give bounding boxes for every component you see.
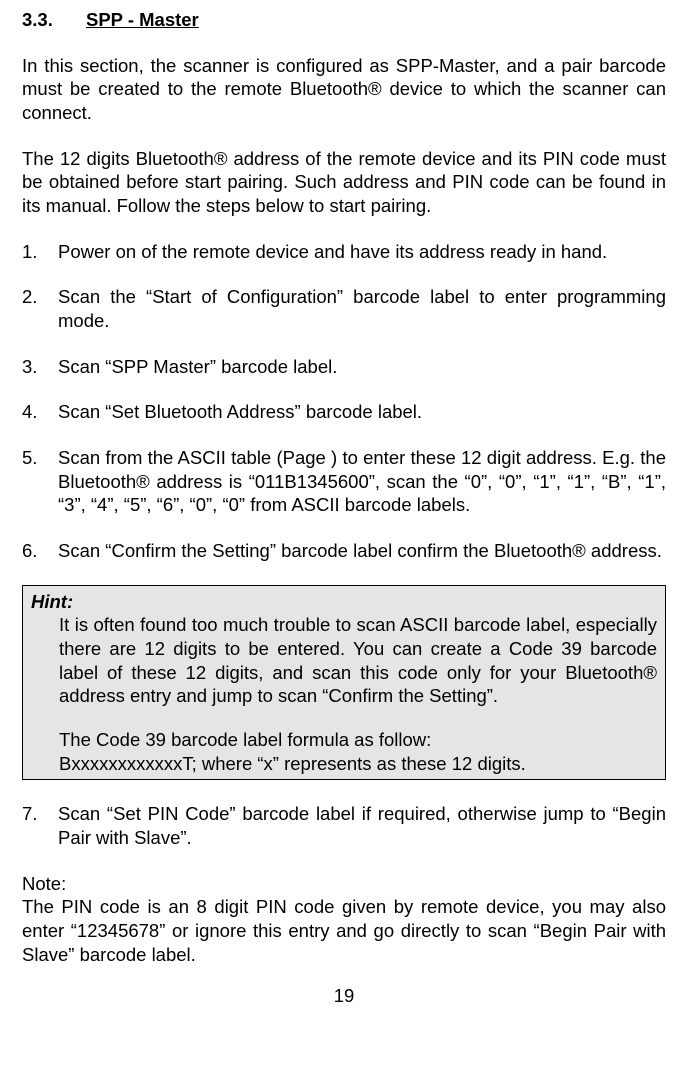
list-item: 5. Scan from the ASCII table (Page ) to … — [22, 446, 666, 517]
list-item: 6. Scan “Confirm the Setting” barcode la… — [22, 539, 666, 563]
hint-body-1: It is often found too much trouble to sc… — [31, 613, 657, 708]
step-number: 5. — [22, 446, 58, 517]
hint-formula-intro: The Code 39 barcode label formula as fol… — [59, 728, 657, 752]
step-number: 2. — [22, 285, 58, 332]
list-item: 1. Power on of the remote device and hav… — [22, 240, 666, 264]
page-content: 3.3. SPP - Master In this section, the s… — [0, 0, 688, 1008]
step-number: 7. — [22, 802, 58, 849]
section-title: SPP - Master — [86, 9, 199, 30]
step-number: 3. — [22, 355, 58, 379]
step-text: Scan “SPP Master” barcode label. — [58, 355, 666, 379]
list-item: 4. Scan “Set Bluetooth Address” barcode … — [22, 400, 666, 424]
list-item: 2. Scan the “Start of Configuration” bar… — [22, 285, 666, 332]
section-heading: 3.3. SPP - Master — [22, 8, 666, 32]
intro-paragraph-1: In this section, the scanner is configur… — [22, 54, 666, 125]
list-item: 7. Scan “Set PIN Code” barcode label if … — [22, 802, 666, 849]
step-text: Scan “Set Bluetooth Address” barcode lab… — [58, 400, 666, 424]
section-number: 3.3. — [22, 9, 53, 30]
hint-title: Hint: — [31, 590, 657, 614]
step-text: Scan the “Start of Configuration” barcod… — [58, 285, 666, 332]
hint-body-2: The Code 39 barcode label formula as fol… — [31, 728, 657, 775]
hint-formula: BxxxxxxxxxxxxT; where “x” represents as … — [59, 752, 657, 776]
hint-box: Hint: It is often found too much trouble… — [22, 585, 666, 781]
step-number: 6. — [22, 539, 58, 563]
step-text: Scan “Confirm the Setting” barcode label… — [58, 539, 666, 563]
note-text: The PIN code is an 8 digit PIN code give… — [22, 895, 666, 966]
page-number: 19 — [22, 984, 666, 1008]
step-number: 1. — [22, 240, 58, 264]
list-item: 3. Scan “SPP Master” barcode label. — [22, 355, 666, 379]
step-text: Power on of the remote device and have i… — [58, 240, 666, 264]
note-label: Note: — [22, 872, 666, 896]
intro-paragraph-2: The 12 digits Bluetooth® address of the … — [22, 147, 666, 218]
step-text: Scan from the ASCII table (Page ) to ent… — [58, 446, 666, 517]
step-text: Scan “Set PIN Code” barcode label if req… — [58, 802, 666, 849]
step-number: 4. — [22, 400, 58, 424]
